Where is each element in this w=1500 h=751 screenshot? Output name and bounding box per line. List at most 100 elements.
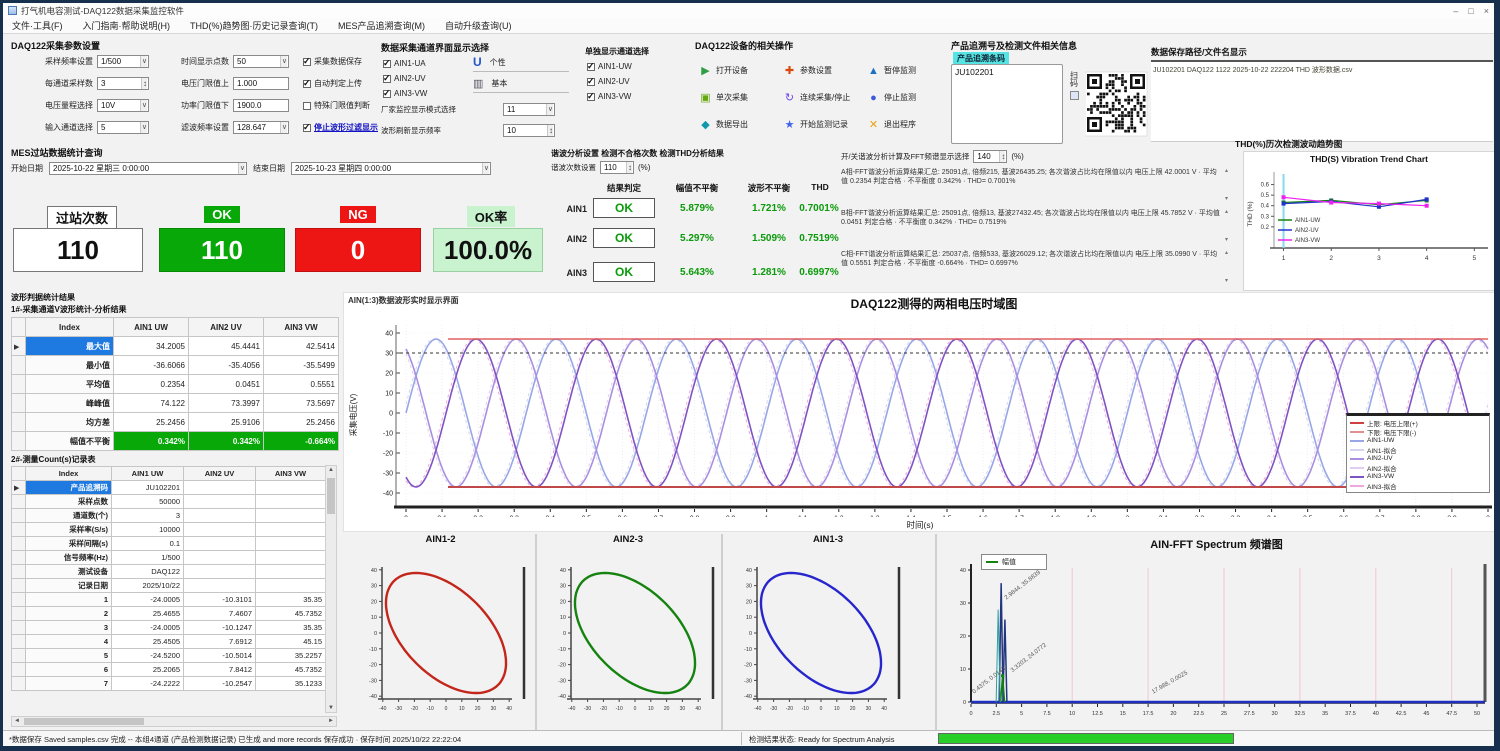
table-row[interactable]: 采样点数50000 — [12, 495, 326, 509]
samples-per-channel-stepper[interactable]: 3 — [97, 77, 149, 90]
menu-item[interactable]: 文件·工具(F) — [12, 19, 63, 32]
table-row[interactable]: 均方差25.245625.910625.2456 — [12, 413, 339, 432]
mode-button-custom[interactable]: U 个性 — [473, 55, 569, 72]
barcode-input[interactable]: JU102201 — [951, 64, 1063, 144]
table-row[interactable]: 425.45057.691245.15 — [12, 635, 326, 649]
exit-button[interactable]: ✕退出程序 — [867, 111, 951, 138]
table-row[interactable]: 信号频率(Hz)1/500 — [12, 551, 326, 565]
lissajous-ain1-3: AIN1-3 403020100-10-20-30-40-40-30-20-10… — [721, 534, 933, 730]
svg-text:10: 10 — [560, 615, 566, 621]
checkbox-save-data[interactable]: 采集数据保存 — [303, 55, 362, 68]
table-row[interactable]: 3-24.0005-10.124735.35 — [12, 621, 326, 635]
display-points-select[interactable]: 50 — [233, 55, 289, 68]
start-record-button[interactable]: ★开始监测记录 — [783, 111, 867, 138]
voltage-range-select[interactable]: 10V — [97, 99, 149, 112]
column-header[interactable]: AIN1 UW — [114, 318, 189, 337]
param-config-button[interactable]: ✚参数设置 — [783, 57, 867, 84]
checkbox-special-limit[interactable]: 特殊门限值判断 — [303, 99, 370, 112]
export-data-button[interactable]: ◆数据导出 — [699, 111, 783, 138]
table-row[interactable]: 5-24.5200-10.501435.2257 — [12, 649, 326, 663]
column-header[interactable]: AIN1 UW — [112, 467, 184, 481]
menu-item[interactable]: MES产品追溯查询(M) — [338, 19, 425, 32]
table-row[interactable]: 测试设备DAQ122 — [12, 565, 326, 579]
scroll-down-icon[interactable] — [1225, 237, 1228, 243]
maximize-button[interactable]: □ — [1468, 6, 1473, 16]
svg-text:10: 10 — [960, 667, 966, 673]
menu-item[interactable]: 自动升级查询(U) — [445, 19, 512, 32]
filter-frequency-select[interactable]: 128.647 — [233, 121, 289, 134]
table-row[interactable]: 通道数(个)3 — [12, 509, 326, 523]
scroll-up-icon[interactable] — [1225, 209, 1228, 215]
harmonic-count-stepper[interactable]: 110 — [600, 161, 634, 174]
table-row[interactable]: 记录日期2025/10/22 — [12, 579, 326, 593]
column-header[interactable]: AIN2 UV — [189, 318, 264, 337]
scroll-up-icon[interactable] — [1225, 250, 1228, 256]
table-row[interactable]: 产品追溯码JU102201 — [12, 481, 326, 495]
scroll-down-icon[interactable] — [1225, 278, 1228, 284]
records-horizontal-scrollbar[interactable]: ◄► — [11, 716, 337, 727]
refresh-rate-stepper[interactable]: 10 — [503, 124, 555, 137]
acq-label: 功率门限值下 — [153, 100, 229, 111]
scroll-up-icon[interactable] — [1225, 168, 1228, 174]
table-row[interactable]: 7-24.2222-10.254735.1233 — [12, 677, 326, 691]
table-row[interactable]: 625.20657.841245.7352 — [12, 663, 326, 677]
table-row[interactable]: 225.46557.460745.7352 — [12, 607, 326, 621]
menu-item[interactable]: THD(%)趋势图·历史记录查询(T) — [190, 19, 318, 32]
column-header[interactable]: AIN2 UV — [184, 467, 256, 481]
checkbox-ain2-uv-b[interactable]: AIN2-UV — [587, 75, 630, 88]
svg-text:20: 20 — [385, 371, 393, 378]
refresh-icon[interactable] — [1070, 91, 1079, 100]
svg-text:-30: -30 — [395, 706, 402, 712]
column-header[interactable]: AIN3 VW — [264, 318, 339, 337]
column-header[interactable]: Index — [26, 467, 112, 481]
svg-text:0.3: 0.3 — [509, 515, 519, 517]
pause-monitor-button[interactable]: ▲暂停监测 — [867, 57, 951, 84]
minimize-button[interactable]: – — [1453, 6, 1458, 16]
menu-item[interactable]: 入门指南·帮助说明(H) — [83, 19, 171, 32]
table-row[interactable]: 平均值0.23540.04510.5551 — [12, 375, 339, 394]
svg-text:1.1: 1.1 — [798, 515, 808, 517]
status-bar: *数据保存 Saved samples.csv 完成 -- 本组4通道 (产品检… — [3, 730, 1494, 746]
mode-button-basic[interactable]: ▥ 基本 — [473, 77, 569, 93]
column-header[interactable]: Index — [26, 318, 114, 337]
checkbox-ain1-ua[interactable]: AIN1-UA — [383, 57, 426, 70]
sample-rate-select[interactable]: 1/500 — [97, 55, 149, 68]
checkbox-auto-upload[interactable]: 自动判定上传 — [303, 77, 362, 90]
column-header[interactable]: AIN3 VW — [256, 467, 326, 481]
end-date-picker[interactable]: 2025-10-23 星期四 0:00:00 — [291, 162, 491, 175]
pass-count-label: 过站次数 — [47, 206, 117, 229]
fft-display-stepper[interactable]: 140 — [973, 150, 1007, 163]
monitor-mode-select[interactable]: 11 — [503, 103, 555, 116]
svg-text:20: 20 — [960, 634, 966, 640]
stop-monitor-button[interactable]: ●停止监测 — [867, 84, 951, 111]
fft-plot: 40302010002.557.51012.51517.52022.52527.… — [937, 552, 1495, 732]
start-date-picker[interactable]: 2025-10-22 星期三 0:00:00 — [49, 162, 247, 175]
table-row[interactable]: 最小值-36.6066-35.4056-35.5499 — [12, 356, 339, 375]
table-row[interactable]: 幅值不平衡0.342%0.342%-0.664% — [12, 432, 339, 451]
save-path-label: 数据保存路径/文件名显示 — [1151, 46, 1495, 58]
records-vertical-scrollbar[interactable]: ▲▼ — [325, 465, 337, 713]
checkbox-ain3-vw-b[interactable]: AIN3-VW — [587, 90, 631, 103]
close-button[interactable]: × — [1484, 6, 1489, 16]
open-device-button[interactable]: ▶打开设备 — [699, 57, 783, 84]
checkbox-ain3-vw[interactable]: AIN3-VW — [383, 87, 427, 100]
checkbox-ain2-uv[interactable]: AIN2-UV — [383, 72, 426, 85]
power-lower-limit-field[interactable]: 1900.0 — [233, 99, 289, 112]
voltage-upper-limit-field[interactable]: 1.000 — [233, 77, 289, 90]
table-row[interactable]: 采样率(S/s)10000 — [12, 523, 326, 537]
table-row[interactable]: 1-24.0005-10.310135.35 — [12, 593, 326, 607]
table-row[interactable]: 峰峰值74.12273.399773.5697 — [12, 394, 339, 413]
single-acquire-button[interactable]: ▣单次采集 — [699, 84, 783, 111]
input-channels-select[interactable]: 5 — [97, 121, 149, 134]
continuous-acquire-button[interactable]: ↻连续采集/停止 — [783, 84, 867, 111]
legend-item: AIN1-拟合 — [1350, 445, 1486, 454]
scroll-down-icon[interactable] — [1225, 196, 1228, 202]
checkbox-ain1-uw[interactable]: AIN1-UW — [587, 60, 632, 73]
checkbox-stop-filter-display[interactable]: 停止波形过滤显示 — [303, 121, 378, 134]
svg-text:27.5: 27.5 — [1244, 711, 1255, 717]
table-row[interactable]: 最大值34.200545.444142.5414 — [12, 337, 339, 356]
lissajous-plot: 403020100-10-20-30-40-40-30-20-100102030… — [723, 545, 923, 725]
panel-channel-title: 数据采集通道界面显示选择 — [381, 41, 577, 54]
panel-channel-select: 数据采集通道界面显示选择 AIN1-UA AIN2-UV AIN3-VW U 个… — [381, 41, 577, 143]
table-row[interactable]: 采样间隔(s)0.1 — [12, 537, 326, 551]
